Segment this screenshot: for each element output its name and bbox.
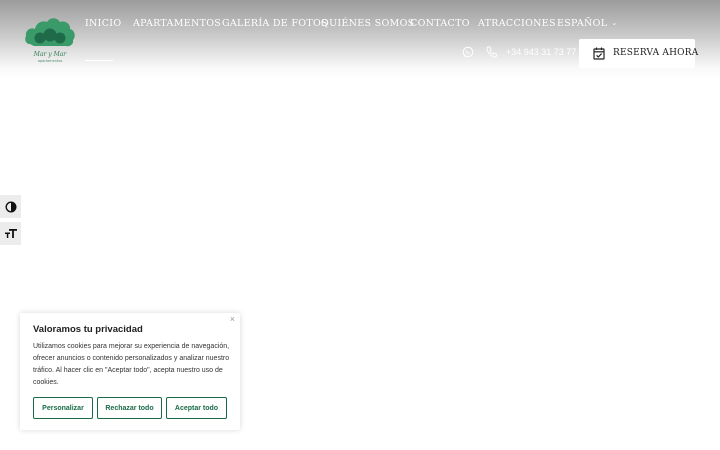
logo-brand-text: Mar y Mar <box>33 51 68 58</box>
site-header: Mar y Mar apartamentos INICIO APARTAMENT… <box>0 0 720 80</box>
calendar-check-icon <box>593 47 605 60</box>
book-now-label: RESERVA AHORA <box>613 48 699 58</box>
language-selector[interactable]: ESPAÑOL ⌄ <box>557 18 618 29</box>
nav-item-atracciones[interactable]: ATRACCIONES <box>478 18 556 29</box>
font-size-icon <box>4 229 17 238</box>
logo-sub-text: apartamentos <box>38 59 63 63</box>
cookie-title: Valoramos tu privacidad <box>33 324 143 335</box>
contrast-toggle-button[interactable] <box>0 195 21 218</box>
accept-all-button[interactable]: Aceptar todo <box>166 397 227 419</box>
reject-all-button[interactable]: Rechazar todo <box>97 397 162 419</box>
nav-item-galeria[interactable]: GALERÍA DE FOTOS <box>222 18 328 29</box>
whatsapp-icon[interactable] <box>462 46 474 58</box>
phone-number[interactable]: +34 943 31 73 77 <box>506 47 576 57</box>
nav-item-apartamentos[interactable]: APARTAMENTOS <box>133 18 221 29</box>
book-now-button[interactable]: RESERVA AHORA <box>579 39 699 68</box>
nav-item-inicio[interactable]: INICIO <box>85 18 121 29</box>
nav-item-contacto[interactable]: CONTACTO <box>410 18 470 29</box>
customize-cookies-button[interactable]: Personalizar <box>33 397 93 419</box>
language-label: ESPAÑOL <box>557 18 608 29</box>
close-icon[interactable]: × <box>230 314 235 324</box>
phone-icon[interactable] <box>486 46 497 58</box>
nav-item-quienes-somos[interactable]: QUIÉNES SOMOS <box>321 18 414 29</box>
font-size-button[interactable] <box>0 222 21 245</box>
chevron-down-icon: ⌄ <box>611 19 618 27</box>
contrast-toggle-icon <box>4 200 17 213</box>
active-nav-indicator <box>85 60 113 61</box>
cookie-description: Utilizamos cookies para mejorar su exper… <box>33 343 230 386</box>
cookie-consent-banner: × Valoramos tu privacidad Utilizamos coo… <box>20 313 240 430</box>
site-logo[interactable]: Mar y Mar apartamentos <box>24 14 76 64</box>
